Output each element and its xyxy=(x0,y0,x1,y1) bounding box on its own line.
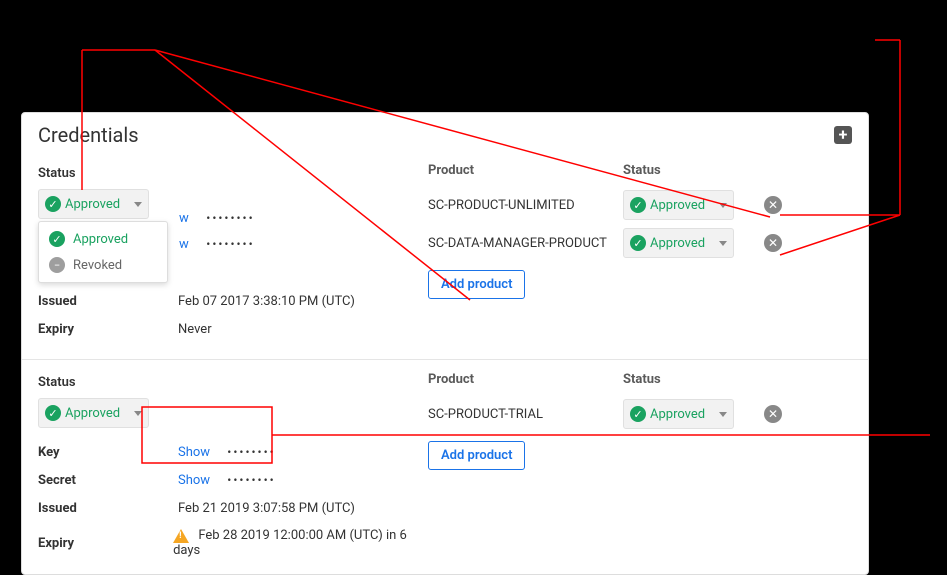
credential-row: Status ✓ Approved Key Show •••••••• Secr… xyxy=(22,359,868,574)
warning-icon xyxy=(173,529,189,543)
check-circle-icon: ✓ xyxy=(49,231,65,247)
product-status-select[interactable]: ✓ Approved xyxy=(623,190,734,220)
product-row: SC-PRODUCT-UNLIMITED ✓ Approved ✕ xyxy=(428,186,852,224)
product-header: Product xyxy=(428,372,623,387)
product-status-select[interactable]: ✓ Approved xyxy=(623,228,734,258)
check-circle-icon: ✓ xyxy=(45,405,61,421)
product-row: SC-DATA-MANAGER-PRODUCT ✓ Approved ✕ xyxy=(428,224,852,262)
product-status-value: Approved xyxy=(650,236,705,251)
check-circle-icon: ✓ xyxy=(45,196,61,212)
add-product-button[interactable]: Add product xyxy=(428,270,525,299)
key-label: Key xyxy=(38,445,178,460)
minus-circle-icon: − xyxy=(49,257,65,273)
check-circle-icon: ✓ xyxy=(630,197,646,213)
key-masked: •••••••• xyxy=(206,211,254,225)
credential-status-select[interactable]: ✓ Approved xyxy=(38,189,149,219)
issued-label: Issued xyxy=(38,294,178,309)
remove-product-button[interactable]: ✕ xyxy=(764,234,782,252)
expiry-value: Feb 28 2019 12:00:00 AM (UTC) in 6 days xyxy=(173,528,407,558)
secret-masked: •••••••• xyxy=(227,473,275,487)
check-circle-icon: ✓ xyxy=(630,235,646,251)
status-option-approved[interactable]: ✓ Approved xyxy=(39,226,167,252)
product-row: SC-PRODUCT-TRIAL ✓ Approved ✕ xyxy=(428,395,852,433)
status-option-revoked[interactable]: − Revoked xyxy=(39,252,167,278)
add-credential-button[interactable]: + xyxy=(834,126,852,144)
status-value: Approved xyxy=(65,197,120,212)
product-status-header: Status xyxy=(623,163,852,178)
product-header: Product xyxy=(428,163,623,178)
product-status-select[interactable]: ✓ Approved xyxy=(623,399,734,429)
secret-masked: •••••••• xyxy=(206,237,254,251)
chevron-down-icon xyxy=(134,411,142,416)
check-circle-icon: ✓ xyxy=(630,406,646,422)
chevron-down-icon xyxy=(719,412,727,417)
add-product-button[interactable]: Add product xyxy=(428,441,525,470)
show-key-link[interactable]: w xyxy=(177,211,189,226)
product-name: SC-DATA-MANAGER-PRODUCT xyxy=(428,236,623,251)
show-secret-link[interactable]: Show xyxy=(178,473,210,488)
credential-status-select[interactable]: ✓ Approved xyxy=(38,398,149,428)
product-name: SC-PRODUCT-UNLIMITED xyxy=(428,198,623,213)
secret-label: Secret xyxy=(38,473,178,488)
expiry-label: Expiry xyxy=(38,322,178,337)
status-dropdown-menu: ✓ Approved − Revoked xyxy=(38,221,168,283)
page-title: Credentials xyxy=(38,123,139,147)
product-status-value: Approved xyxy=(650,407,705,422)
status-label: Status xyxy=(38,375,76,390)
remove-product-button[interactable]: ✕ xyxy=(764,196,782,214)
key-masked: •••••••• xyxy=(227,445,275,459)
show-secret-partial: w •••••••• xyxy=(177,236,255,252)
expiry-label: Expiry xyxy=(38,536,173,551)
issued-label: Issued xyxy=(38,501,178,516)
remove-product-button[interactable]: ✕ xyxy=(764,405,782,423)
product-name: SC-PRODUCT-TRIAL xyxy=(428,407,623,422)
chevron-down-icon xyxy=(719,203,727,208)
show-key-link[interactable]: Show xyxy=(178,445,210,460)
credentials-panel: Credentials + Status ✓ Approved ✓ Approv… xyxy=(21,112,869,575)
credential-row: Status ✓ Approved ✓ Approved − Revoked xyxy=(22,151,868,359)
status-label: Status xyxy=(38,166,76,181)
expiry-value: Never xyxy=(178,322,212,337)
status-value: Approved xyxy=(65,406,120,421)
show-key-partial: w •••••••• xyxy=(177,210,255,226)
chevron-down-icon xyxy=(719,241,727,246)
show-secret-link[interactable]: w xyxy=(177,237,189,252)
chevron-down-icon xyxy=(134,202,142,207)
product-status-header: Status xyxy=(623,372,852,387)
product-status-value: Approved xyxy=(650,198,705,213)
issued-value: Feb 21 2019 3:07:58 PM (UTC) xyxy=(178,501,355,516)
issued-value: Feb 07 2017 3:38:10 PM (UTC) xyxy=(178,294,355,309)
